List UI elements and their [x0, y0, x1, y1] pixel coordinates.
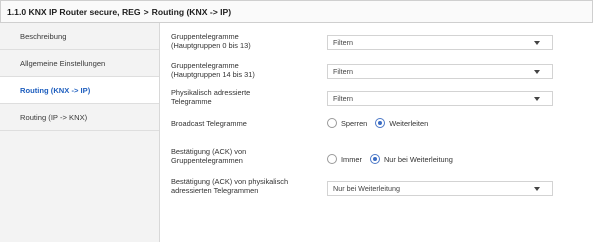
sidebar-item-routing-ip-knx[interactable]: Routing (IP -> KNX)	[0, 104, 159, 131]
sidebar-item-beschreibung[interactable]: Beschreibung	[0, 23, 159, 50]
sidebar-item-allgemeine-einstellungen[interactable]: Allgemeine Einstellungen	[0, 50, 159, 77]
param-label-line: Gruppentelegrammen	[171, 156, 243, 165]
radio-button[interactable]	[327, 118, 337, 128]
breadcrumb-separator: >	[143, 6, 149, 17]
select-value: Filtern	[333, 67, 353, 76]
group-main-0-13-select[interactable]: Filtern	[327, 35, 553, 50]
broadcast-option-weiterleiten[interactable]: Weiterleiten	[375, 118, 428, 128]
device-title: 1.1.0 KNX IP Router secure, REG	[7, 6, 141, 17]
select-value: Filtern	[333, 38, 353, 47]
ack-group-option-nur-bei-weiterleitung[interactable]: Nur bei Weiterleitung	[369, 154, 453, 164]
radio-label: Sperren	[341, 118, 368, 128]
ack-physical-select[interactable]: Nur bei Weiterleitung	[327, 181, 553, 196]
ack-group-radio-group: Immer Nur bei Weiterleitung	[327, 154, 461, 164]
breadcrumb: 1.1.0 KNX IP Router secure, REG > Routin…	[0, 0, 593, 23]
ack-group-option-immer[interactable]: Immer	[327, 154, 362, 164]
param-label-line: Bestätigung (ACK) von	[171, 147, 247, 156]
physical-telegrams-select[interactable]: Filtern	[327, 91, 553, 106]
param-label-line: (Hauptgruppen 0 bis 13)	[171, 41, 251, 50]
sidebar-item-label: Beschreibung	[20, 31, 67, 41]
chevron-down-icon	[534, 70, 540, 74]
page-title: Routing (KNX -> IP)	[151, 6, 232, 17]
param-label-line: Gruppentelegramme	[171, 32, 239, 41]
param-label-line: (Hauptgruppen 14 bis 31)	[171, 70, 255, 79]
sidebar-item-routing-knx-ip[interactable]: Routing (KNX -> IP)	[0, 77, 159, 104]
param-label-group-main-0-13: Gruppentelegramme (Hauptgruppen 0 bis 13…	[171, 32, 321, 50]
param-label-ack-group: Bestätigung (ACK) von Gruppentelegrammen	[171, 147, 321, 165]
param-label-physical: Physikalisch adressierte Telegramme	[171, 88, 321, 106]
parameter-panel: Gruppentelegramme (Hauptgruppen 0 bis 13…	[161, 23, 593, 242]
select-value: Filtern	[333, 94, 353, 103]
chevron-down-icon	[534, 187, 540, 191]
radio-button[interactable]	[369, 154, 380, 164]
radio-button[interactable]	[327, 154, 337, 164]
chevron-down-icon	[534, 97, 540, 101]
group-main-14-31-select[interactable]: Filtern	[327, 64, 553, 79]
param-label-line: Gruppentelegramme	[171, 61, 239, 70]
sidebar-item-label: Routing (KNX -> IP)	[20, 85, 91, 95]
broadcast-option-sperren[interactable]: Sperren	[327, 118, 367, 128]
sidebar-item-label: Allgemeine Einstellungen	[20, 58, 106, 68]
param-label-line: Telegramme	[171, 97, 212, 106]
radio-label: Immer	[341, 154, 362, 164]
param-label-line: Bestätigung (ACK) von physikalisch	[171, 177, 289, 186]
param-label-line: Broadcast Telegramme	[171, 119, 247, 128]
sidebar: Beschreibung Allgemeine Einstellungen Ro…	[0, 23, 160, 242]
chevron-down-icon	[534, 41, 540, 45]
radio-label: Weiterleiten	[389, 118, 429, 128]
radio-button[interactable]	[375, 118, 386, 128]
param-label-line: Physikalisch adressierte	[171, 88, 251, 97]
param-label-line: adressierten Telegrammen	[171, 186, 259, 195]
param-label-ack-physical: Bestätigung (ACK) von physikalisch adres…	[171, 177, 321, 195]
select-value: Nur bei Weiterleitung	[333, 184, 400, 193]
broadcast-radio-group: Sperren Weiterleiten	[327, 118, 436, 128]
param-label-group-main-14-31: Gruppentelegramme (Hauptgruppen 14 bis 3…	[171, 61, 321, 79]
radio-label: Nur bei Weiterleitung	[383, 154, 453, 164]
sidebar-item-label: Routing (IP -> KNX)	[20, 112, 88, 122]
param-label-broadcast: Broadcast Telegramme	[171, 119, 321, 128]
